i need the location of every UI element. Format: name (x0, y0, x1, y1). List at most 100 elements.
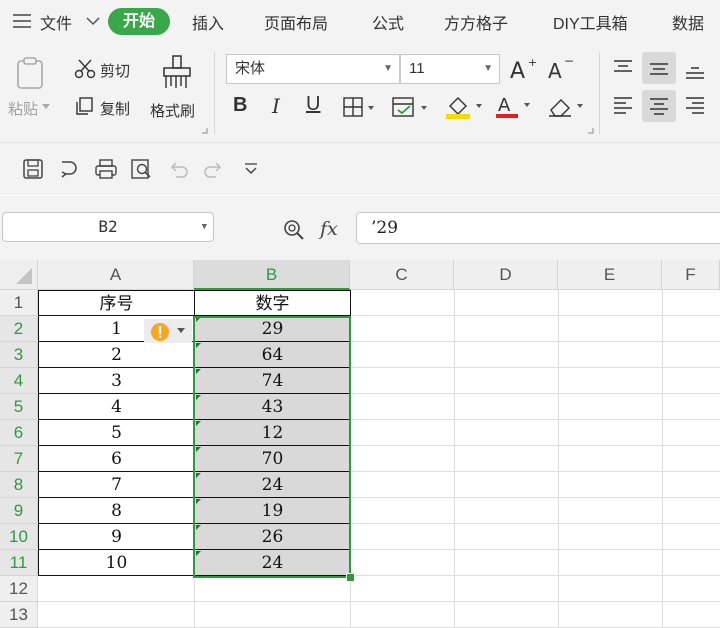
font-color-icon[interactable]: A (494, 93, 534, 119)
formula-input[interactable]: ’29 (356, 212, 720, 244)
cell-b1[interactable]: 数字 (194, 290, 351, 316)
tab-home[interactable]: 开始 (108, 8, 170, 35)
italic-button[interactable]: I (272, 94, 280, 118)
column-header-b[interactable]: B (194, 260, 350, 290)
export-icon[interactable] (58, 158, 82, 180)
align-right-icon[interactable] (684, 94, 706, 116)
copy-button[interactable]: 复制 (100, 98, 130, 119)
column-header-a[interactable]: A (38, 260, 194, 290)
cell-b3[interactable]: 64 (194, 342, 351, 368)
align-center-icon (648, 95, 670, 117)
warning-dropdown-icon (177, 328, 185, 334)
row-header-11[interactable]: 11 (0, 550, 38, 576)
tab-insert[interactable]: 插入 (192, 10, 224, 34)
eraser-icon[interactable] (547, 94, 587, 120)
cell-a6[interactable]: 5 (38, 420, 195, 446)
underline-button[interactable]: U (306, 93, 320, 116)
tab-diy-toolbox[interactable]: DIY工具箱 (553, 10, 628, 34)
conditional-format-icon[interactable] (391, 96, 429, 118)
error-check-button[interactable] (144, 319, 192, 343)
print-preview-icon[interactable] (130, 158, 154, 180)
paste-icon[interactable] (14, 56, 48, 90)
cell-a4[interactable]: 3 (38, 368, 195, 394)
decrease-font-size-icon[interactable]: A − (546, 56, 576, 82)
font-size-select[interactable]: 11 ▼ (400, 54, 500, 84)
chevron-down-icon[interactable] (86, 16, 100, 26)
scissors-icon[interactable] (74, 58, 96, 80)
row-header-1[interactable]: 1 (0, 290, 38, 316)
align-top-icon[interactable] (612, 58, 634, 80)
fill-handle[interactable] (346, 573, 355, 582)
column-header-e[interactable]: E (558, 260, 662, 290)
tab-page-layout[interactable]: 页面布局 (264, 10, 328, 34)
row-header-8[interactable]: 8 (0, 472, 38, 498)
cell-a3[interactable]: 2 (38, 342, 195, 368)
print-icon[interactable] (94, 158, 118, 180)
row-header-9[interactable]: 9 (0, 498, 38, 524)
row-header-5[interactable]: 5 (0, 394, 38, 420)
customize-toolbar-icon[interactable] (244, 163, 258, 175)
text-number-indicator (196, 343, 201, 348)
zoom-search-icon[interactable] (282, 218, 308, 242)
bold-button[interactable]: B (233, 94, 247, 117)
align-bottom-icon[interactable] (684, 58, 706, 80)
row-header-3[interactable]: 3 (0, 342, 38, 368)
cell-a10[interactable]: 9 (38, 524, 195, 550)
paste-button[interactable]: 粘贴 (8, 98, 38, 119)
column-header-f[interactable]: F (662, 260, 720, 290)
svg-text:A: A (510, 59, 525, 82)
fill-color-icon[interactable] (444, 94, 484, 120)
hamburger-menu-icon[interactable] (12, 13, 32, 29)
row-header-4[interactable]: 4 (0, 368, 38, 394)
file-menu[interactable]: 文件 (40, 10, 72, 34)
cut-button[interactable]: 剪切 (100, 60, 130, 81)
font-name-select[interactable]: 宋体 ▼ (226, 54, 400, 84)
row-header-10[interactable]: 10 (0, 524, 38, 550)
cell-b2[interactable]: 29 (194, 316, 351, 342)
row-header-12[interactable]: 12 (0, 576, 38, 602)
cell-b7[interactable]: 70 (194, 446, 351, 472)
column-header-c[interactable]: C (350, 260, 454, 290)
paste-dropdown-icon[interactable] (42, 104, 50, 110)
cell-b10[interactable]: 26 (194, 524, 351, 550)
tab-formulas[interactable]: 公式 (372, 10, 404, 34)
cell-b8[interactable]: 24 (194, 472, 351, 498)
tab-data[interactable]: 数据 (672, 10, 704, 34)
align-left-icon[interactable] (612, 94, 634, 116)
align-center-button[interactable] (642, 90, 676, 122)
select-all-corner[interactable] (0, 260, 38, 290)
font-group-expand-icon[interactable] (588, 128, 594, 134)
save-icon[interactable] (22, 158, 44, 180)
increase-font-size-icon[interactable]: A + (508, 56, 538, 82)
cell-a5[interactable]: 4 (38, 394, 195, 420)
cell-b9[interactable]: 19 (194, 498, 351, 524)
row-header-7[interactable]: 7 (0, 446, 38, 472)
copy-icon[interactable] (74, 96, 94, 116)
ribbon-toolbar: 粘贴 剪切 复制 格式刷 宋体 ▼ 11 ▼ A + A − B I U A (0, 44, 720, 143)
clipboard-group-expand-icon[interactable] (202, 128, 208, 134)
row-header-2[interactable]: 2 (0, 316, 38, 342)
borders-icon[interactable] (342, 96, 376, 118)
cell-b5[interactable]: 43 (194, 394, 351, 420)
format-painter-icon[interactable] (160, 54, 194, 90)
tab-fangfang-grid[interactable]: 方方格子 (444, 10, 508, 34)
redo-icon[interactable] (202, 159, 224, 179)
format-painter-button[interactable]: 格式刷 (150, 100, 195, 121)
cell-a8[interactable]: 7 (38, 472, 195, 498)
cell-a7[interactable]: 6 (38, 446, 195, 472)
align-middle-button[interactable] (642, 52, 676, 84)
cell-b11[interactable]: 24 (194, 550, 351, 576)
insert-function-button[interactable]: fx (320, 218, 338, 240)
row-header-13[interactable]: 13 (0, 602, 38, 628)
name-box[interactable]: B2 ▼ (2, 212, 214, 242)
column-header-d[interactable]: D (454, 260, 558, 290)
undo-icon[interactable] (168, 159, 190, 179)
cell-a11[interactable]: 10 (38, 550, 195, 576)
ribbon-separator (214, 52, 215, 134)
cell-b6[interactable]: 12 (194, 420, 351, 446)
row-header-6[interactable]: 6 (0, 420, 38, 446)
text-number-indicator (196, 499, 201, 504)
cell-a1[interactable]: 序号 (38, 290, 195, 316)
cell-a9[interactable]: 8 (38, 498, 195, 524)
cell-b4[interactable]: 74 (194, 368, 351, 394)
